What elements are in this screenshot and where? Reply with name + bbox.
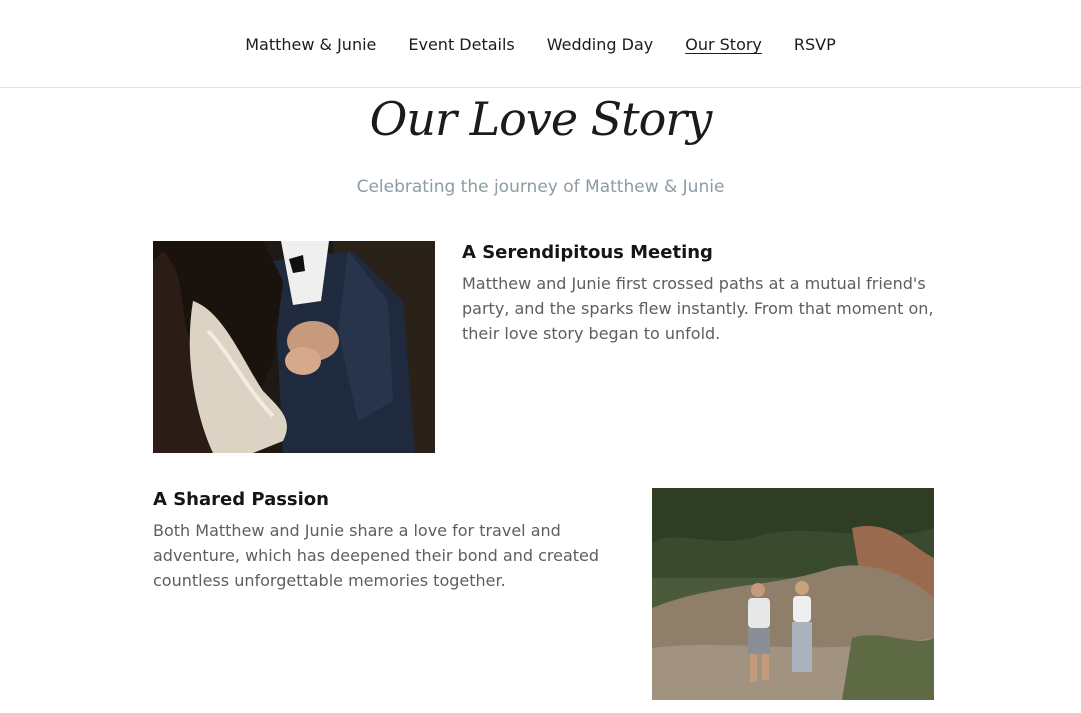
nav-link-wedding-day[interactable]: Wedding Day — [547, 35, 653, 54]
story-card-passion: A Shared Passion Both Matthew and Junie … — [153, 489, 623, 593]
page-title: Our Love Story — [369, 92, 713, 146]
top-navigation: Matthew & Junie Event Details Wedding Da… — [0, 0, 1081, 88]
story-body: Both Matthew and Junie share a love for … — [153, 521, 600, 590]
page-subtitle: Celebrating the journey of Matthew & Jun… — [356, 177, 725, 197]
nav-link-rsvp[interactable]: RSVP — [794, 35, 836, 54]
story-heading: A Serendipitous Meeting — [462, 242, 713, 263]
couple-hiking-photo — [652, 488, 934, 700]
story-heading: A Shared Passion — [153, 489, 329, 510]
nav-link-our-story[interactable]: Our Story — [685, 35, 762, 54]
nav-link-home[interactable]: Matthew & Junie — [245, 35, 376, 54]
couple-dancing-photo — [153, 241, 435, 453]
story-body: Matthew and Junie first crossed paths at… — [462, 274, 934, 343]
nav-link-event-details[interactable]: Event Details — [408, 35, 514, 54]
story-card-meeting: A Serendipitous Meeting Matthew and Juni… — [462, 242, 942, 346]
